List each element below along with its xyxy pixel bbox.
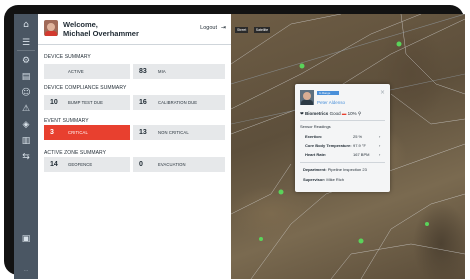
department-value: Pipeline Inspection 23 (327, 167, 367, 172)
active-label: ACTIVE (68, 69, 84, 74)
worker-marker (259, 237, 263, 241)
biometrics-row: ❤ Biometrics Good ▬ 10% ⚲ (300, 111, 361, 117)
calibration-label: CALIBRATION DUE (158, 100, 198, 105)
battery-icon: ▬ (341, 111, 347, 116)
user-name: Michael Overhammer (63, 29, 139, 38)
exertion-label: Exertion: (305, 134, 323, 139)
close-icon[interactable]: × (380, 89, 385, 96)
report-icon[interactable]: ▤ (20, 72, 32, 82)
exertion-value: 25 % (353, 134, 363, 139)
mia-label: MIA (158, 69, 166, 74)
street-view-button[interactable]: Street (235, 27, 249, 33)
geofence-label: GEOFENCE (68, 162, 93, 167)
chevron-right-icon[interactable]: › (379, 143, 380, 148)
nav-rail: ⌂ ☰ ⚙ ▤ ☺ ⚠ ◈ ▥ ⇆ ▣ ⋯ (14, 14, 38, 279)
critical-count: 3 (50, 129, 54, 136)
summary-panel: Welcome, Michael Overhammer Logout ⇥ DEV… (38, 14, 231, 279)
header-divider (38, 44, 231, 45)
noncritical-card[interactable]: 13 NON CRITICAL (133, 125, 225, 140)
map-icon[interactable]: ◈ (20, 120, 32, 130)
geofence-card[interactable]: 14 GEOFENCE (44, 157, 130, 172)
map-type-toggle: Street Satellite (235, 18, 271, 36)
battery-value: 10% (347, 111, 357, 116)
department-label: Department: (303, 167, 327, 172)
heart-icon: ❤ (300, 112, 304, 117)
signal-icon: ⚲ (357, 112, 362, 117)
logout-icon[interactable]: ⇥ (221, 24, 226, 31)
event-summary-title: EVENT SUMMARY (44, 118, 89, 124)
core-temp-value: 97.9 °F (353, 143, 366, 148)
critical-label: CRITICAL (68, 130, 88, 135)
worker-popup: In Range Peter Aldenso × ❤ Biometrics Go… (295, 84, 390, 192)
biometrics-label: Biometrics (305, 111, 329, 116)
worker-marker (278, 189, 284, 195)
calibration-count: 16 (139, 99, 147, 106)
mia-card[interactable]: 83 MIA (133, 64, 225, 79)
mia-count: 83 (139, 68, 147, 75)
alert-icon[interactable]: ⚠ (20, 104, 32, 114)
worker-marker (425, 222, 429, 226)
biometrics-status: Good (329, 111, 341, 116)
tablet-frame: ⌂ ☰ ⚙ ▤ ☺ ⚠ ◈ ▥ ⇆ ▣ ⋯ Welcome, Michael O… (4, 5, 465, 279)
core-temp-label: Core Body Temperature: (305, 143, 352, 148)
compliance-summary-title: DEVICE COMPLIANCE SUMMARY (44, 85, 127, 91)
lock-icon[interactable]: ▣ (20, 234, 32, 244)
logout-link[interactable]: Logout (200, 25, 217, 31)
chevron-right-icon[interactable]: › (379, 134, 380, 139)
bump-count: 10 (50, 99, 58, 106)
people-icon[interactable]: ☺ (20, 88, 32, 98)
calibration-card[interactable]: 16 CALIBRATION DUE (133, 95, 225, 110)
worker-name[interactable]: Peter Aldenso (317, 100, 345, 105)
home-icon[interactable]: ⌂ (20, 20, 32, 30)
supervisor-value: Mike Rich (326, 177, 344, 182)
evacuation-label: EVACUATION (158, 162, 186, 167)
noncritical-count: 13 (139, 129, 147, 136)
worker-marker (396, 41, 402, 47)
active-card[interactable]: ACTIVE (44, 64, 130, 79)
department-row: Department: Pipeline Inspection 23 (303, 167, 367, 172)
evacuation-count: 0 (139, 161, 143, 168)
settings-icon[interactable]: ⚙ (20, 56, 32, 66)
worker-marker (358, 238, 364, 244)
bump-label: BUMP TEST DUE (68, 100, 104, 105)
rail-bottom-logo: ⋯ (24, 268, 28, 273)
chart-icon[interactable]: ▥ (20, 136, 32, 146)
chevron-right-icon[interactable]: › (379, 152, 380, 157)
device-summary-title: DEVICE SUMMARY (44, 54, 91, 60)
supervisor-label: Supervisor: (303, 177, 326, 182)
list-icon[interactable]: ☰ (20, 38, 32, 48)
sensor-readings-title: Sensor Readings (300, 124, 331, 129)
bump-test-card[interactable]: 10 BUMP TEST DUE (44, 95, 130, 110)
status-badge: In Range (317, 91, 339, 95)
zone-summary-title: ACTIVE ZONE SUMMARY (44, 150, 107, 156)
geofence-count: 14 (50, 161, 58, 168)
worker-marker (299, 63, 305, 69)
noncritical-label: NON CRITICAL (158, 130, 189, 135)
critical-card[interactable]: 3 CRITICAL (44, 125, 130, 140)
heart-rate-label: Heart Rate: (305, 152, 327, 157)
popup-divider (300, 120, 385, 121)
rail-divider (17, 50, 35, 51)
worker-avatar (300, 90, 314, 105)
heart-rate-value: 167 BPM (353, 152, 370, 157)
supervisor-row: Supervisor: Mike Rich (303, 177, 344, 182)
evacuation-card[interactable]: 0 EVACUATION (133, 157, 225, 172)
app-screen: ⌂ ☰ ⚙ ▤ ☺ ⚠ ◈ ▥ ⇆ ▣ ⋯ Welcome, Michael O… (14, 14, 465, 279)
satellite-view-button[interactable]: Satellite (253, 27, 271, 33)
popup-divider (300, 162, 385, 163)
connection-icon[interactable]: ⇆ (20, 152, 32, 162)
avatar[interactable] (44, 20, 58, 36)
welcome-text: Welcome, (63, 20, 98, 29)
